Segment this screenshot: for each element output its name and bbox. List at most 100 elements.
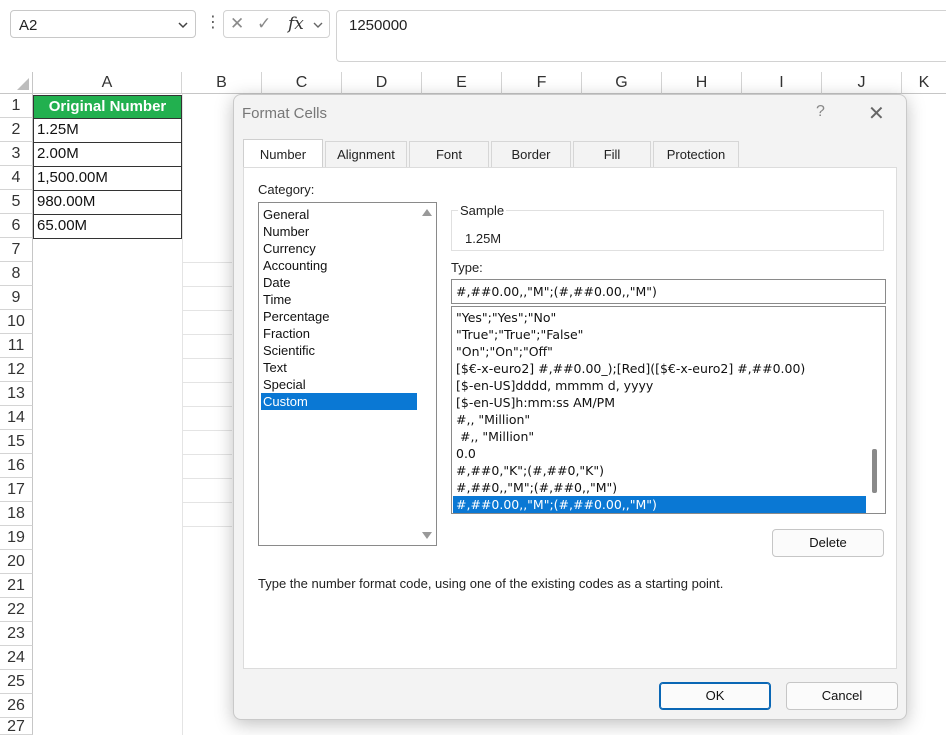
column-header-g[interactable]: G [582, 72, 662, 94]
row-header[interactable]: 8 [0, 262, 33, 286]
tab-alignment[interactable]: Alignment [325, 141, 407, 167]
category-item-fraction[interactable]: Fraction [261, 325, 417, 342]
category-scrollbar[interactable] [420, 205, 434, 543]
cell-a3[interactable]: 2.00M [33, 143, 182, 167]
category-item-general[interactable]: General [261, 206, 417, 223]
tab-protection[interactable]: Protection [653, 141, 739, 167]
category-item-scientific[interactable]: Scientific [261, 342, 417, 359]
column-header-h[interactable]: H [662, 72, 742, 94]
row-header[interactable]: 21 [0, 574, 33, 598]
delete-button[interactable]: Delete [772, 529, 884, 557]
insert-function-icon[interactable]: fx [288, 14, 304, 34]
type-input[interactable]: #,##0.00,,"M";(#,##0.00,,"M") [451, 279, 886, 304]
row-header[interactable]: 13 [0, 382, 33, 406]
cell-a4[interactable]: 1,500.00M [33, 167, 182, 191]
row-header[interactable]: 1 [0, 94, 33, 118]
column-header-e[interactable]: E [422, 72, 502, 94]
category-item-date[interactable]: Date [261, 274, 417, 291]
category-item-accounting[interactable]: Accounting [261, 257, 417, 274]
format-list-scrollbar[interactable] [867, 309, 883, 511]
format-code-list[interactable]: "Yes";"Yes";"No" "True";"True";"False" "… [451, 306, 886, 514]
category-item-currency[interactable]: Currency [261, 240, 417, 257]
ok-button[interactable]: OK [659, 682, 771, 710]
column-header-b[interactable]: B [182, 72, 262, 94]
cancel-entry-icon[interactable]: ✕ [230, 14, 244, 34]
column-header-a[interactable]: A [33, 72, 182, 94]
category-list[interactable]: General Number Currency Accounting Date … [258, 202, 437, 546]
column-header-f[interactable]: F [502, 72, 582, 94]
tab-fill[interactable]: Fill [573, 141, 651, 167]
category-item-special[interactable]: Special [261, 376, 417, 393]
format-cells-dialog: Format Cells ? ✕ Number Alignment Font B… [233, 94, 907, 720]
tab-font[interactable]: Font [409, 141, 489, 167]
chevron-down-icon[interactable] [312, 17, 324, 38]
chevron-down-icon[interactable] [177, 15, 189, 38]
row-header[interactable]: 5 [0, 190, 33, 214]
row-header[interactable]: 11 [0, 334, 33, 358]
tab-border[interactable]: Border [491, 141, 571, 167]
category-item-custom[interactable]: Custom [261, 393, 417, 410]
row-header[interactable]: 19 [0, 526, 33, 550]
cell-a6[interactable]: 65.00M [33, 215, 182, 239]
format-item[interactable]: #,, "Million" [453, 411, 866, 428]
cell-a1[interactable]: Original Number [33, 95, 182, 119]
row-header[interactable]: 15 [0, 430, 33, 454]
tab-number[interactable]: Number [243, 139, 323, 167]
category-item-percentage[interactable]: Percentage [261, 308, 417, 325]
row-header[interactable]: 7 [0, 238, 33, 262]
row-header[interactable]: 20 [0, 550, 33, 574]
row-header[interactable]: 26 [0, 694, 33, 718]
help-button[interactable]: ? [816, 103, 825, 121]
format-item[interactable]: [$€-x-euro2] #,##0.00_);[Red]([$€-x-euro… [453, 360, 866, 377]
row-header[interactable]: 22 [0, 598, 33, 622]
row-header[interactable]: 12 [0, 358, 33, 382]
row-header[interactable]: 23 [0, 622, 33, 646]
scroll-thumb[interactable] [872, 449, 877, 493]
select-all-corner[interactable] [0, 72, 33, 94]
name-box[interactable]: A2 [10, 10, 196, 38]
column-header-k[interactable]: K [902, 72, 946, 94]
column-header-i[interactable]: I [742, 72, 822, 94]
format-item[interactable]: "On";"On";"Off" [453, 343, 866, 360]
column-header-c[interactable]: C [262, 72, 342, 94]
format-item[interactable]: 0.0 [453, 445, 866, 462]
row-header[interactable]: 25 [0, 670, 33, 694]
row-header[interactable]: 18 [0, 502, 33, 526]
row-header[interactable]: 9 [0, 286, 33, 310]
formula-buttons: ✕ ✓ fx [223, 10, 330, 38]
scroll-down-icon[interactable] [422, 532, 432, 539]
row-header[interactable]: 4 [0, 166, 33, 190]
format-item[interactable]: "Yes";"Yes";"No" [453, 309, 866, 326]
cancel-button[interactable]: Cancel [786, 682, 898, 710]
format-item[interactable]: [$-en-US]dddd, mmmm d, yyyy [453, 377, 866, 394]
category-item-text[interactable]: Text [261, 359, 417, 376]
row-header[interactable]: 6 [0, 214, 33, 238]
more-options-icon[interactable]: ⋮ [205, 12, 221, 32]
format-item[interactable]: [$-en-US]h:mm:ss AM/PM [453, 394, 866, 411]
cell-a2[interactable]: 1.25M [33, 119, 182, 143]
format-item[interactable]: #,##0,,"M";(#,##0,,"M") [453, 479, 866, 496]
format-item[interactable]: #,, "Million" [453, 428, 866, 445]
row-header[interactable]: 14 [0, 406, 33, 430]
row-header[interactable]: 10 [0, 310, 33, 334]
category-item-number[interactable]: Number [261, 223, 417, 240]
row-header[interactable]: 16 [0, 454, 33, 478]
gridline [182, 286, 232, 287]
format-item[interactable]: "True";"True";"False" [453, 326, 866, 343]
scroll-up-icon[interactable] [422, 209, 432, 216]
confirm-entry-icon[interactable]: ✓ [257, 14, 271, 34]
gridline [182, 454, 232, 455]
category-item-time[interactable]: Time [261, 291, 417, 308]
column-header-j[interactable]: J [822, 72, 902, 94]
cell-a5[interactable]: 980.00M [33, 191, 182, 215]
column-header-d[interactable]: D [342, 72, 422, 94]
row-header[interactable]: 27 [0, 718, 33, 735]
formula-input[interactable]: 1250000 [336, 10, 946, 62]
format-item[interactable]: #,##0,"K";(#,##0,"K") [453, 462, 866, 479]
row-header[interactable]: 24 [0, 646, 33, 670]
row-header[interactable]: 17 [0, 478, 33, 502]
row-header[interactable]: 3 [0, 142, 33, 166]
row-header[interactable]: 2 [0, 118, 33, 142]
close-icon[interactable]: ✕ [868, 101, 885, 126]
format-item-selected[interactable]: #,##0.00,,"M";(#,##0.00,,"M") [453, 496, 866, 513]
